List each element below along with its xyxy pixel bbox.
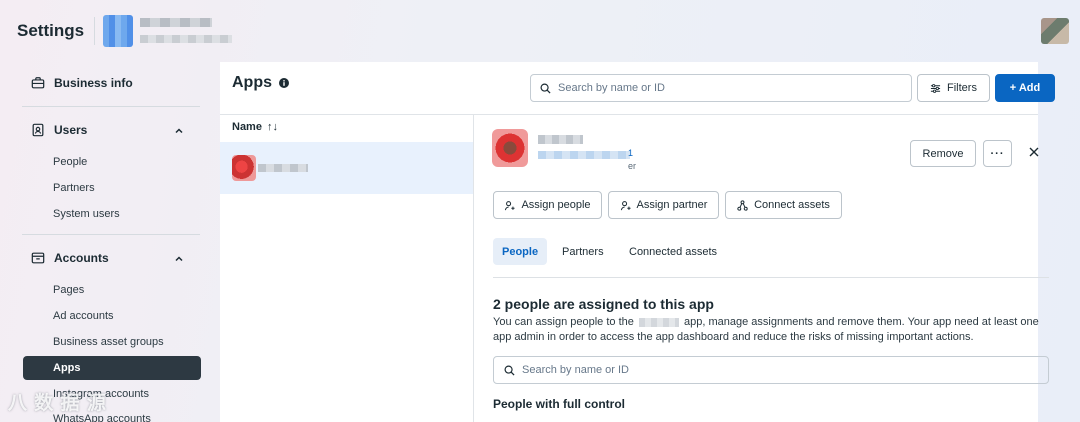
briefcase-icon <box>31 77 45 89</box>
folder-icon <box>31 252 45 264</box>
sidebar-section-accounts[interactable]: Accounts <box>31 251 109 265</box>
list-item[interactable] <box>220 142 473 194</box>
sliders-icon <box>930 83 941 93</box>
business-name-redacted[interactable] <box>140 18 212 27</box>
divider <box>94 17 95 45</box>
app-name-redacted <box>538 135 583 144</box>
button-label: Connect assets <box>754 199 830 211</box>
chevron-up-icon[interactable] <box>174 254 184 264</box>
sidebar-section-label: Users <box>54 123 88 137</box>
connect-icon <box>737 199 748 211</box>
divider <box>22 106 200 107</box>
sidebar-item-people[interactable]: People <box>53 156 87 168</box>
id-badge-icon <box>32 123 44 137</box>
assign-partner-button[interactable]: Assign partner <box>608 191 719 219</box>
assign-people-button[interactable]: Assign people <box>493 191 602 219</box>
full-control-heading: People with full control <box>493 397 625 411</box>
app-id-redacted <box>538 151 630 159</box>
app-name-redacted <box>258 164 308 172</box>
sidebar-section-users[interactable]: Users <box>31 123 87 137</box>
sidebar-item-pages[interactable]: Pages <box>53 284 84 296</box>
sidebar-item-apps[interactable]: Apps <box>23 356 201 380</box>
divider <box>493 277 1049 278</box>
app-name-redacted <box>638 317 679 327</box>
assigned-description: You can assign people to the app, manage… <box>493 315 1053 345</box>
tab-connected-assets[interactable]: Connected assets <box>620 238 726 265</box>
search-input[interactable] <box>522 364 822 376</box>
sidebar-item-ad-accounts[interactable]: Ad accounts <box>53 310 114 322</box>
app-detail-panel: 1 er Remove ··· Assign people Assign par… <box>475 115 1049 422</box>
search-icon <box>504 365 515 376</box>
person-add-icon <box>620 200 631 210</box>
assigned-heading: 2 people are assigned to this app <box>493 296 714 312</box>
filters-label: Filters <box>947 82 977 94</box>
divider <box>22 234 200 235</box>
sidebar-item-partners[interactable]: Partners <box>53 182 95 194</box>
apps-panel: Apps Filters + Add Name ↑↓ 1 er Remove ·… <box>220 62 1055 422</box>
info-icon[interactable] <box>279 78 289 88</box>
watermark: 八 数 据 源 <box>8 393 107 414</box>
chevron-up-icon[interactable] <box>174 126 184 136</box>
search-icon <box>540 83 551 94</box>
tab-people[interactable]: People <box>493 238 548 265</box>
sidebar-item-business-asset-groups[interactable]: Business asset groups <box>53 336 164 348</box>
apps-heading: Apps <box>232 74 289 92</box>
close-icon[interactable] <box>1027 145 1041 159</box>
search-input[interactable] <box>558 82 858 94</box>
sidebar-section-label: Accounts <box>54 251 109 265</box>
button-label: Assign partner <box>636 199 708 211</box>
add-button[interactable]: + Add <box>995 74 1055 102</box>
sidebar-item-label: Business info <box>54 76 133 90</box>
user-avatar[interactable] <box>1041 18 1069 44</box>
tab-partners[interactable]: Partners <box>553 238 613 265</box>
app-icon <box>232 155 256 181</box>
apps-list: Name ↑↓ <box>220 115 474 422</box>
sidebar: Business info Users People Partners Syst… <box>0 62 220 422</box>
column-label: Name <box>232 121 262 133</box>
people-search[interactable] <box>493 356 1049 384</box>
button-label: Assign people <box>521 199 591 211</box>
top-bar: Settings <box>0 0 1080 62</box>
page-title: Settings <box>17 21 85 40</box>
remove-button[interactable]: Remove <box>910 140 976 167</box>
person-add-icon <box>505 200 515 210</box>
name-column-header[interactable]: Name ↑↓ <box>232 121 278 133</box>
more-options-button[interactable]: ··· <box>983 140 1012 167</box>
apps-title: Apps <box>232 74 272 91</box>
app-id-fragment: 1 <box>628 148 634 158</box>
connect-assets-button[interactable]: Connect assets <box>725 191 842 219</box>
app-role-fragment: er <box>628 161 637 171</box>
filters-button[interactable]: Filters <box>917 74 990 102</box>
sidebar-item-business-info[interactable]: Business info <box>31 76 133 90</box>
business-id-redacted <box>140 35 232 43</box>
sort-icon[interactable]: ↑↓ <box>267 121 278 133</box>
apps-search[interactable] <box>530 74 912 102</box>
app-icon <box>492 129 528 167</box>
business-avatar[interactable] <box>103 15 133 47</box>
sidebar-item-system-users[interactable]: System users <box>53 208 120 220</box>
sidebar-item-label: Apps <box>53 362 81 374</box>
description-text: You can assign people to the <box>493 316 634 328</box>
